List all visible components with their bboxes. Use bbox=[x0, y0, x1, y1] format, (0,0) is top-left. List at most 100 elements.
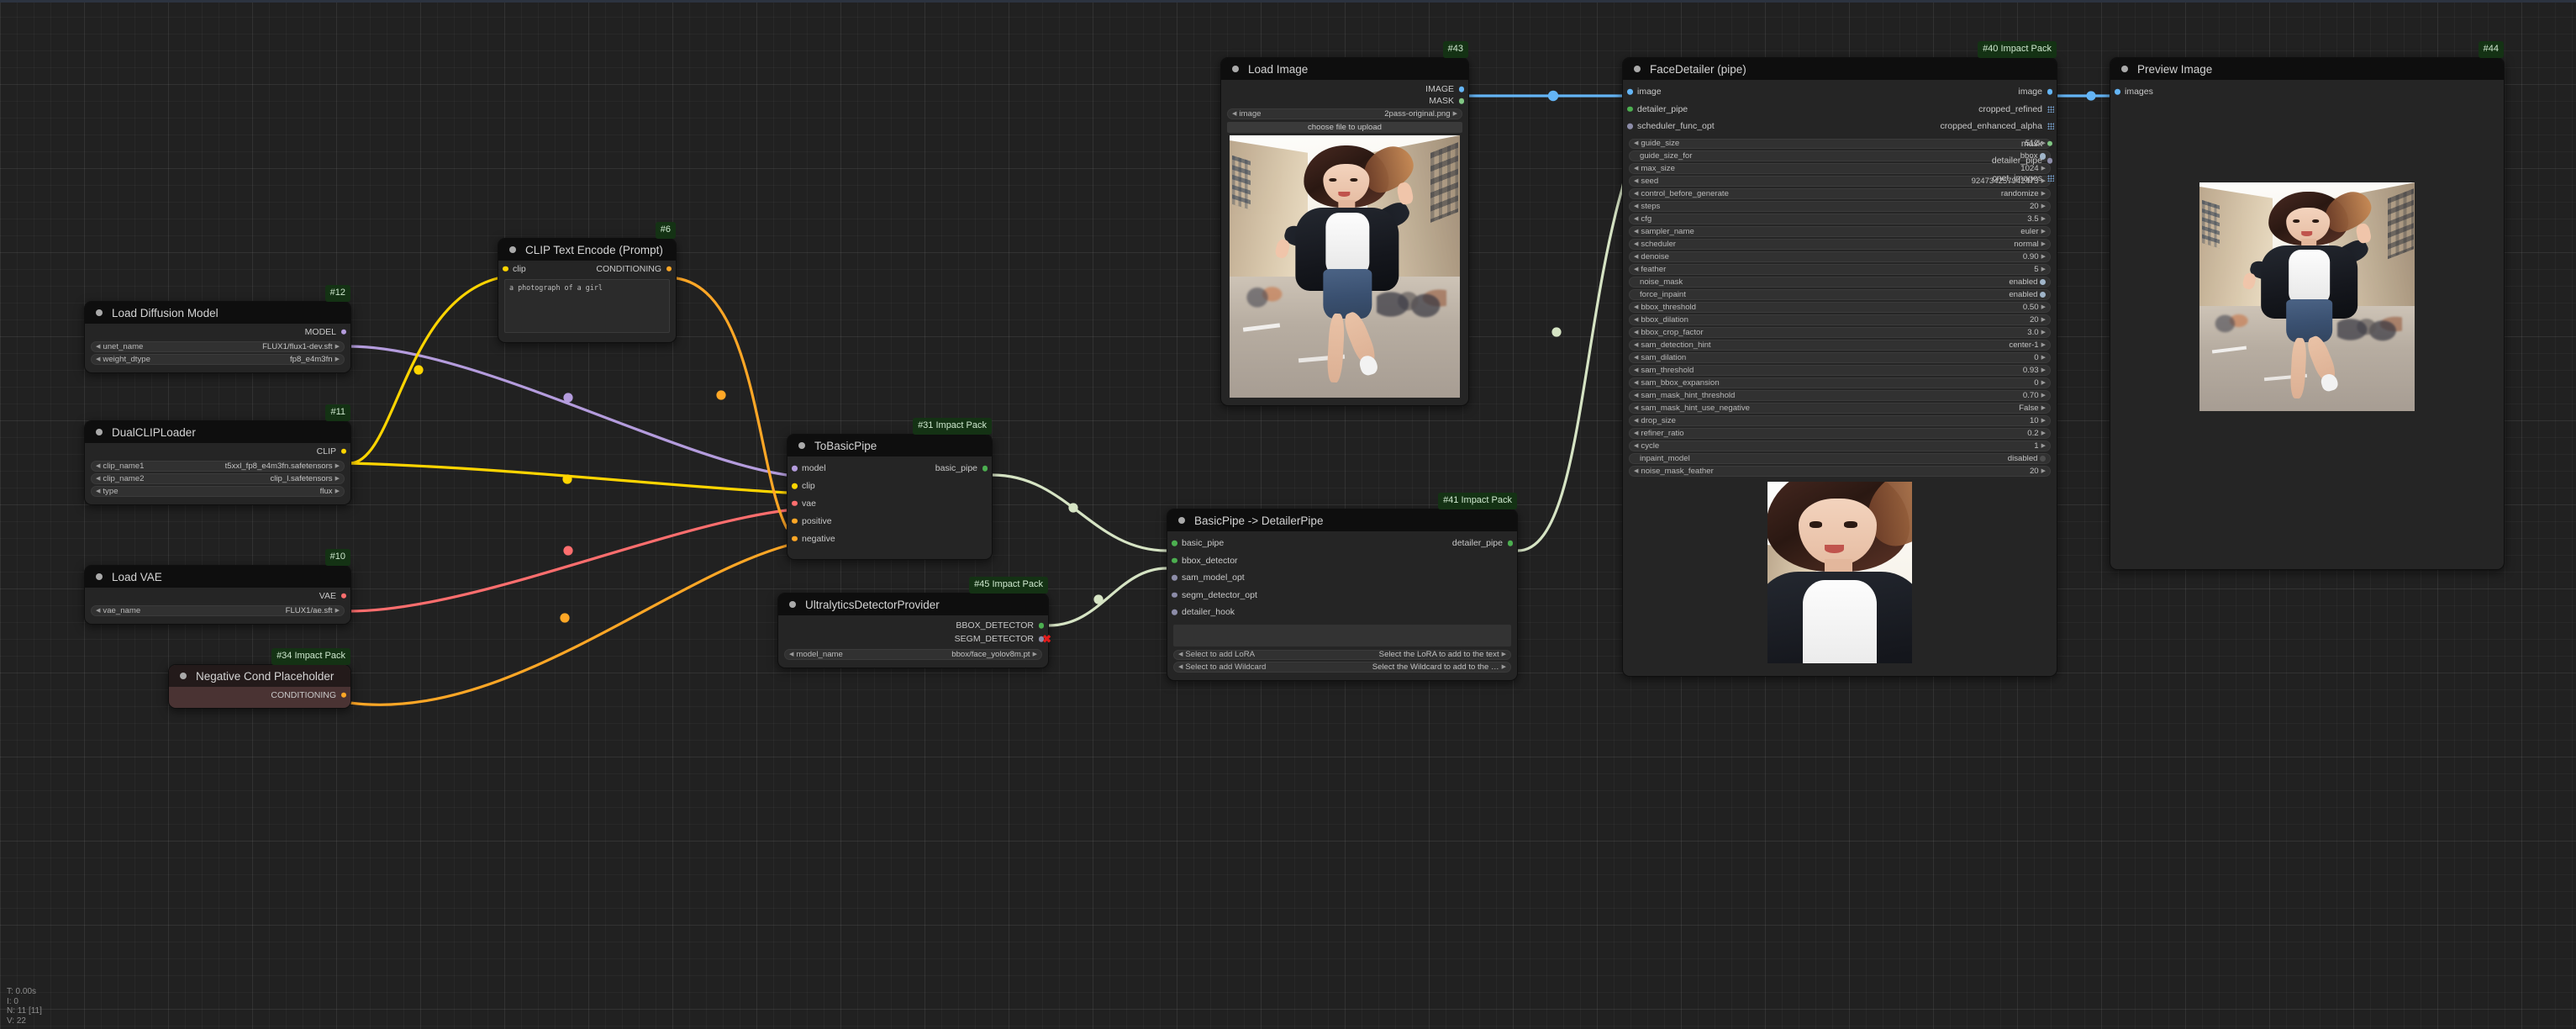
node-title-bar[interactable]: Load Image bbox=[1221, 58, 1468, 80]
node-title-bar[interactable]: Preview Image bbox=[2110, 58, 2504, 80]
input-slot-images[interactable]: images bbox=[2110, 83, 2504, 100]
node-load-image[interactable]: #43 Load Image IMAGE MASK ◀ image 2pass-… bbox=[1220, 41, 1469, 406]
left-arrow-icon[interactable]: ◀ bbox=[1634, 203, 1638, 209]
output-dot-icon[interactable] bbox=[340, 692, 346, 699]
widget-bbox-dilation[interactable]: ◀ bbox_dilation 20 ▶ bbox=[1629, 314, 2051, 325]
input-dot-icon[interactable] bbox=[792, 518, 798, 525]
output-slot-segm-detector[interactable]: SEGM_DETECTOR ✖ bbox=[778, 632, 1051, 646]
input-slot-vae[interactable]: vae bbox=[788, 495, 992, 513]
collapse-dot-icon[interactable] bbox=[509, 246, 516, 253]
output-dot-icon[interactable] bbox=[666, 266, 672, 272]
left-arrow-icon[interactable]: ◀ bbox=[1178, 652, 1183, 657]
prompt-textarea[interactable]: a photograph of a girl bbox=[504, 279, 670, 333]
input-dot-icon[interactable] bbox=[1172, 557, 1177, 563]
right-arrow-icon[interactable]: ▶ bbox=[2041, 203, 2046, 209]
right-arrow-icon[interactable]: ▶ bbox=[2041, 468, 2046, 474]
node-load-vae[interactable]: #10 Load VAE VAE ◀ vae_name FLUX1/ae.sft… bbox=[84, 549, 351, 625]
wildcard-textarea[interactable] bbox=[1173, 624, 1511, 646]
input-dot-icon[interactable] bbox=[1172, 592, 1177, 598]
collapse-dot-icon[interactable] bbox=[1178, 517, 1185, 524]
output-slot-bbox-detector[interactable]: BBOX_DETECTOR bbox=[778, 619, 1048, 632]
output-dot-icon[interactable] bbox=[2047, 158, 2052, 164]
right-arrow-icon[interactable]: ▶ bbox=[2041, 405, 2046, 411]
output-slot-basic-pipe[interactable]: basic_pipe bbox=[849, 460, 992, 478]
output-grid-dot-icon[interactable] bbox=[2047, 174, 2054, 182]
left-arrow-icon[interactable]: ◀ bbox=[1232, 111, 1236, 117]
node-title-bar[interactable]: CLIP Text Encode (Prompt) bbox=[498, 239, 676, 261]
widget-steps[interactable]: ◀ steps 20 ▶ bbox=[1629, 201, 2051, 213]
widget-sam-bbox-expansion[interactable]: ◀ sam_bbox_expansion 0 ▶ bbox=[1629, 377, 2051, 388]
output-slot-cnet-images[interactable]: cnet_images bbox=[1771, 170, 2057, 187]
input-dot-icon[interactable] bbox=[792, 466, 798, 472]
right-arrow-icon[interactable]: ▶ bbox=[2041, 430, 2046, 436]
output-dot-icon[interactable] bbox=[340, 329, 346, 335]
input-dot-icon[interactable] bbox=[1627, 106, 1633, 112]
left-arrow-icon[interactable]: ◀ bbox=[96, 488, 100, 494]
node-basicpipe-to-detailerpipe[interactable]: #41 Impact Pack BasicPipe -> DetailerPip… bbox=[1167, 493, 1518, 682]
left-arrow-icon[interactable]: ◀ bbox=[1634, 140, 1638, 146]
widget-sam-dilation[interactable]: ◀ sam_dilation 0 ▶ bbox=[1629, 352, 2051, 363]
right-arrow-icon[interactable]: ▶ bbox=[335, 356, 340, 362]
widget-denoise[interactable]: ◀ denoise 0.90 ▶ bbox=[1629, 251, 2051, 262]
left-arrow-icon[interactable]: ◀ bbox=[1634, 241, 1638, 247]
right-arrow-icon[interactable]: ▶ bbox=[2041, 304, 2046, 310]
input-slot-detailer-hook[interactable]: detailer_hook bbox=[1167, 604, 1517, 621]
widget-feather[interactable]: ◀ feather 5 ▶ bbox=[1629, 264, 2051, 275]
left-arrow-icon[interactable]: ◀ bbox=[1634, 443, 1638, 449]
node-ultralytics-detector-provider[interactable]: #45 Impact Pack UltralyticsDetectorProvi… bbox=[777, 577, 1051, 669]
output-grid-dot-icon[interactable] bbox=[2047, 123, 2054, 130]
output-dot-icon[interactable] bbox=[2047, 140, 2052, 146]
collapse-dot-icon[interactable] bbox=[1232, 66, 1239, 72]
output-slot-conditioning[interactable]: CONDITIONING bbox=[169, 690, 350, 700]
input-slot-bbox-detector[interactable]: bbox_detector bbox=[1167, 552, 1517, 570]
widget-bbox-threshold[interactable]: ◀ bbox_threshold 0.50 ▶ bbox=[1629, 302, 2051, 313]
input-dot-icon[interactable] bbox=[1172, 575, 1177, 581]
widget-sam-threshold[interactable]: ◀ sam_threshold 0.93 ▶ bbox=[1629, 365, 2051, 376]
widget-noise-mask[interactable]: noise_mask enabled bbox=[1629, 277, 2051, 288]
collapse-dot-icon[interactable] bbox=[96, 573, 103, 580]
node-title-bar[interactable]: UltralyticsDetectorProvider bbox=[778, 594, 1048, 615]
left-arrow-icon[interactable]: ◀ bbox=[96, 344, 100, 350]
input-dot-icon[interactable] bbox=[792, 536, 798, 541]
facedetailer-preview[interactable] bbox=[1767, 481, 1912, 663]
node-preview-image[interactable]: #44 Preview Image images bbox=[2110, 41, 2505, 570]
output-slot-detailer-pipe[interactable]: detailer_pipe bbox=[1315, 535, 1517, 552]
output-dot-icon[interactable] bbox=[1507, 541, 1513, 546]
left-arrow-icon[interactable]: ◀ bbox=[1634, 418, 1638, 424]
widget-refiner-ratio[interactable]: ◀ refiner_ratio 0.2 ▶ bbox=[1629, 428, 2051, 439]
input-slot-clip[interactable]: clip bbox=[498, 264, 526, 274]
widget-scheduler[interactable]: ◀ scheduler normal ▶ bbox=[1629, 239, 2051, 250]
input-slot-negative[interactable]: negative bbox=[788, 530, 992, 547]
widget-image[interactable]: ◀ image 2pass-original.png ▶ bbox=[1227, 108, 1462, 119]
right-arrow-icon[interactable]: ▶ bbox=[335, 344, 340, 350]
right-arrow-icon[interactable]: ▶ bbox=[2041, 241, 2046, 247]
input-dot-icon[interactable] bbox=[1172, 609, 1177, 615]
left-arrow-icon[interactable]: ◀ bbox=[1634, 393, 1638, 398]
input-slot-positive[interactable]: positive bbox=[788, 512, 992, 530]
input-slot-sam-model-opt[interactable]: sam_model_opt bbox=[1167, 569, 1517, 587]
left-arrow-icon[interactable]: ◀ bbox=[1634, 367, 1638, 373]
output-dot-icon[interactable] bbox=[340, 448, 346, 455]
widget-noise-mask-feather[interactable]: ◀ noise_mask_feather 20 ▶ bbox=[1629, 466, 2051, 477]
widget-select-to-add-lora[interactable]: ◀ Select to add LoRA Select the LoRA to … bbox=[1173, 649, 1511, 661]
widget-model-name[interactable]: ◀ model_name bbox/face_yolov8m.pt ▶ bbox=[784, 649, 1042, 660]
right-arrow-icon[interactable]: ▶ bbox=[2041, 216, 2046, 222]
output-slot-conditioning[interactable]: CONDITIONING bbox=[541, 264, 676, 274]
collapse-dot-icon[interactable] bbox=[798, 442, 805, 449]
right-arrow-icon[interactable]: ▶ bbox=[1502, 664, 1506, 670]
left-arrow-icon[interactable]: ◀ bbox=[1634, 166, 1638, 172]
left-arrow-icon[interactable]: ◀ bbox=[96, 608, 100, 614]
right-arrow-icon[interactable]: ▶ bbox=[335, 463, 340, 469]
collapse-dot-icon[interactable] bbox=[789, 601, 796, 608]
left-arrow-icon[interactable]: ◀ bbox=[1634, 468, 1638, 474]
widget-sam-mask-hint-threshold[interactable]: ◀ sam_mask_hint_threshold 0.70 ▶ bbox=[1629, 390, 2051, 401]
input-dot-icon[interactable] bbox=[503, 266, 508, 272]
output-slot-cropped-enhanced-alpha[interactable]: cropped_enhanced_alpha bbox=[1771, 118, 2057, 135]
load-image-preview[interactable] bbox=[1230, 135, 1460, 398]
preview-image-result[interactable] bbox=[2199, 182, 2415, 411]
left-arrow-icon[interactable]: ◀ bbox=[1634, 191, 1638, 197]
output-slot-image[interactable]: image bbox=[1771, 83, 2057, 101]
output-slot-clip[interactable]: CLIP bbox=[85, 446, 350, 456]
toggle-dot-icon[interactable] bbox=[2039, 291, 2046, 298]
widget-cfg[interactable]: ◀ cfg 3.5 ▶ bbox=[1629, 214, 2051, 224]
